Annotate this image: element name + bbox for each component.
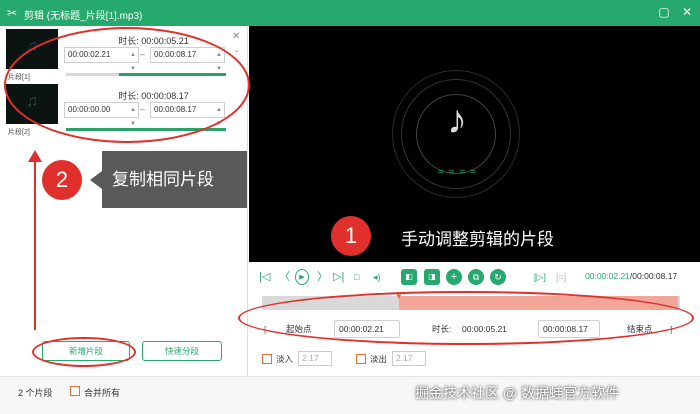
preview-segment-icon[interactable]: [▷] [534,269,546,285]
fade-in: 淡入 2.17 [276,351,332,366]
crop-icon[interactable]: [⌗] [556,269,566,285]
player-controls: |◁ 〈 ▶ 〉 ▷| □ ◂) ◧ ◨ + ⧉ ↻ [▷] [⌗] 00:00… [249,262,700,292]
maximize-button[interactable]: ▢ [656,5,672,19]
scissors-icon: ✂ [7,6,18,20]
mark-out-icon[interactable]: ◨ [424,269,440,285]
annotation-tooltip: 复制相同片段 [90,151,247,208]
quick-split-button[interactable]: 快速分段 [142,341,222,361]
skip-end-icon[interactable]: ▷| [333,269,344,285]
annotation-ring-timeline [238,291,694,345]
play-icon[interactable]: ▶ [295,269,309,285]
segment-count: 2 个片段 [18,388,53,398]
annotation-ring-add [32,337,136,367]
fade-out-field[interactable]: 2.17 [392,351,426,366]
window-title: 剪辑 (无标题_片段[1].mp3) [24,11,143,22]
title-bar: ✂ 剪辑 (无标题_片段[1].mp3) ▢ ✕ [0,0,700,26]
close-window-button[interactable]: ✕ [679,5,695,19]
fade-in-label: 淡入 [276,354,294,364]
refresh-icon[interactable]: ↻ [490,269,506,285]
time-readout: 00:00:02.21/00:00:08.17 [585,271,678,281]
watermark: 掘金技术社区 @ 数据蛙官方软件 [415,385,619,401]
music-note-icon: ♪ [447,98,467,142]
annotation-ring-segments [4,27,250,143]
copy-icon[interactable]: ⧉ [468,269,484,285]
chevron-down-icon[interactable]: ⌄ [234,46,240,54]
fade-out-label: 淡出 [370,354,388,364]
annotation-arrow [34,158,36,330]
fade-in-checkbox[interactable] [262,354,272,364]
fade-in-field[interactable]: 2.17 [298,351,332,366]
fade-out: 淡出 2.17 [370,351,426,366]
stop-icon[interactable]: □ [354,269,359,285]
fade-out-checkbox[interactable] [356,354,366,364]
annotation-caption: 手动调整剪辑的片段 [401,230,554,249]
mark-in-icon[interactable]: ◧ [401,269,417,285]
add-icon[interactable]: + [446,269,462,285]
volume-icon[interactable]: ◂) [373,269,381,285]
merge-all-label: 合并所有 [84,388,121,398]
step-forward-icon[interactable]: 〉 [317,269,328,285]
skip-start-icon[interactable]: |◁ [259,269,270,285]
delete-segment-icon[interactable]: ✕ [232,31,240,42]
step-badge-1: 1 [331,216,371,256]
preview-area: ♪ = = = = 1 手动调整剪辑的片段 [249,26,700,262]
equalizer: = = = = [438,167,477,178]
merge-all-checkbox[interactable] [70,386,80,396]
step-back-icon[interactable]: 〈 [279,269,290,285]
step-badge-2: 2 [42,160,82,200]
